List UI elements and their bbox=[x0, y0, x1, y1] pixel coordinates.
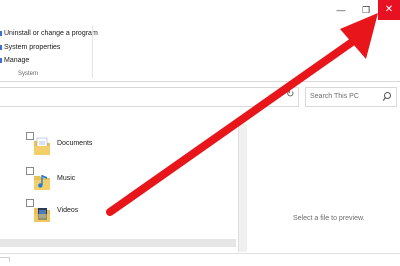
ribbon-item-label: Uninstall or change a program bbox=[4, 30, 98, 37]
item-label: Documents bbox=[57, 140, 93, 147]
preview-pane bbox=[247, 124, 400, 252]
ribbon-group-label: System bbox=[18, 71, 39, 77]
search-input[interactable]: Search This PC bbox=[305, 87, 397, 107]
videos-folder-icon bbox=[34, 208, 50, 222]
ribbon-group-divider bbox=[92, 26, 93, 78]
list-item-music[interactable]: Music bbox=[26, 167, 146, 191]
search-icon bbox=[382, 92, 391, 101]
ribbon-item-label: System properties bbox=[4, 44, 61, 51]
documents-folder-icon bbox=[34, 137, 50, 155]
ribbon-item-label: Manage bbox=[4, 57, 30, 64]
system-properties-button[interactable]: System properties bbox=[0, 44, 60, 51]
search-placeholder: Search This PC bbox=[310, 93, 359, 100]
close-button[interactable]: ✕ bbox=[378, 0, 400, 20]
status-bar bbox=[0, 253, 400, 266]
horizontal-scrollbar[interactable] bbox=[0, 239, 236, 247]
program-icon bbox=[0, 31, 2, 36]
list-item-videos[interactable]: Videos bbox=[26, 199, 146, 223]
list-item-documents[interactable]: Documents bbox=[26, 132, 146, 156]
preview-message: Select a file to preview. bbox=[293, 215, 365, 222]
address-bar[interactable] bbox=[0, 87, 299, 107]
status-bar-corner bbox=[0, 257, 10, 262]
manage-icon bbox=[0, 58, 2, 63]
uninstall-program-button[interactable]: Uninstall or change a program bbox=[0, 30, 98, 37]
properties-icon bbox=[0, 45, 2, 50]
refresh-icon[interactable]: ↻ bbox=[286, 89, 294, 100]
pane-divider[interactable] bbox=[238, 124, 247, 252]
restore-button[interactable]: ❐ bbox=[354, 0, 378, 20]
manage-button[interactable]: Manage bbox=[0, 57, 29, 64]
title-bar: — ❐ ✕ bbox=[0, 0, 400, 20]
item-label: Videos bbox=[57, 207, 79, 214]
music-folder-icon bbox=[34, 175, 50, 190]
minimize-button[interactable]: — bbox=[330, 0, 352, 20]
item-label: Music bbox=[57, 175, 76, 182]
ribbon: Uninstall or change a program System pro… bbox=[0, 20, 400, 82]
